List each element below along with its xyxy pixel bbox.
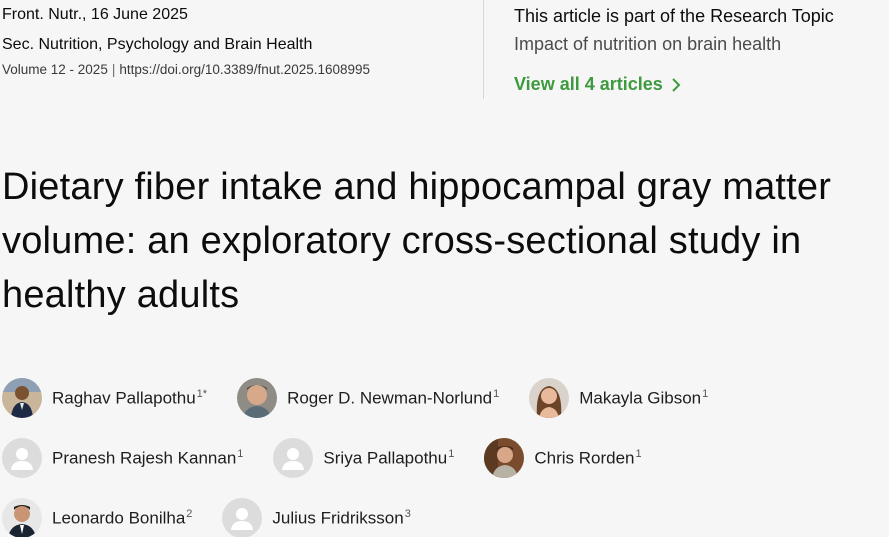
journal-date: Front. Nutr., 16 June 2025 — [2, 6, 188, 23]
author-row: Raghav Pallapothu1* Roger D. Newman-Norl… — [2, 378, 889, 418]
author-julius-fridriksson[interactable]: Julius Fridriksson3 — [222, 498, 411, 537]
affiliation-marker: 2 — [186, 507, 193, 520]
affiliation-marker: 1 — [635, 447, 642, 460]
author-makayla-gibson[interactable]: Makayla Gibson1 — [529, 378, 708, 418]
research-topic-panel: This article is part of the Research Top… — [514, 4, 834, 95]
author-photo-avatar — [529, 378, 570, 418]
article-header-page: Front. Nutr., 16 June 2025 Sec. Nutritio… — [0, 0, 889, 537]
author-name: Roger D. Newman-Norlund1 — [287, 387, 500, 408]
view-all-articles-link[interactable]: View all 4 articles — [514, 74, 834, 95]
doi-link[interactable]: https://doi.org/10.3389/fnut.2025.160899… — [119, 62, 370, 77]
user-placeholder-icon — [273, 438, 314, 478]
user-placeholder-icon — [222, 498, 263, 537]
author-roger-newman-norlund[interactable]: Roger D. Newman-Norlund1 — [237, 378, 499, 418]
author-leonardo-bonilha[interactable]: Leonardo Bonilha2 — [2, 498, 192, 537]
author-row: Pranesh Rajesh Kannan1 Sriya Pallapothu1 — [2, 438, 889, 478]
author-chris-rorden[interactable]: Chris Rorden1 — [484, 438, 642, 478]
chevron-right-icon — [672, 77, 681, 92]
affiliation-marker: 1 — [702, 387, 709, 400]
author-name: Raghav Pallapothu1* — [52, 387, 208, 408]
volume-doi-line: Volume 12 - 2025 | https://doi.org/10.3389… — [2, 56, 370, 79]
author-photo-avatar — [484, 438, 525, 478]
article-title: Dietary fiber intake and hippocampal gra… — [2, 166, 832, 316]
author-raghav-pallapothu[interactable]: Raghav Pallapothu1* — [2, 378, 207, 418]
meta-separator: | — [111, 62, 116, 77]
user-placeholder-icon — [2, 438, 42, 478]
research-topic-name[interactable]: Impact of nutrition on brain health — [514, 32, 834, 56]
author-pranesh-rajesh-kannan[interactable]: Pranesh Rajesh Kannan1 — [2, 438, 243, 478]
article-meta: Front. Nutr., 16 June 2025 Sec. Nutritio… — [2, 4, 370, 79]
author-list: Raghav Pallapothu1* Roger D. Newman-Norl… — [2, 378, 889, 537]
author-name: Leonardo Bonilha2 — [52, 507, 193, 528]
author-photo-avatar — [2, 498, 42, 537]
author-row: Leonardo Bonilha2 Julius Fridriksson3 — [2, 498, 889, 537]
volume-label: Volume 12 - 2025 — [2, 62, 108, 77]
affiliation-marker: 1 — [237, 447, 244, 460]
author-photo-avatar — [2, 378, 42, 418]
header-divider — [483, 0, 484, 99]
research-topic-heading: This article is part of the Research Top… — [514, 6, 834, 26]
view-all-articles-label: View all 4 articles — [514, 74, 663, 94]
author-name: Julius Fridriksson3 — [272, 507, 411, 528]
author-name: Chris Rorden1 — [534, 447, 642, 468]
author-sriya-pallapothu[interactable]: Sriya Pallapothu1 — [273, 438, 454, 478]
affiliation-marker: 3 — [404, 507, 411, 520]
affiliation-marker: 1 — [493, 387, 500, 400]
journal-section[interactable]: Sec. Nutrition, Psychology and Brain Hea… — [2, 26, 370, 56]
affiliation-marker: 1 — [448, 447, 455, 460]
author-name: Sriya Pallapothu1 — [323, 447, 455, 468]
author-name: Pranesh Rajesh Kannan1 — [52, 447, 244, 468]
author-photo-avatar — [237, 378, 278, 418]
author-name: Makayla Gibson1 — [579, 387, 709, 408]
affiliation-marker: 1* — [196, 387, 208, 400]
